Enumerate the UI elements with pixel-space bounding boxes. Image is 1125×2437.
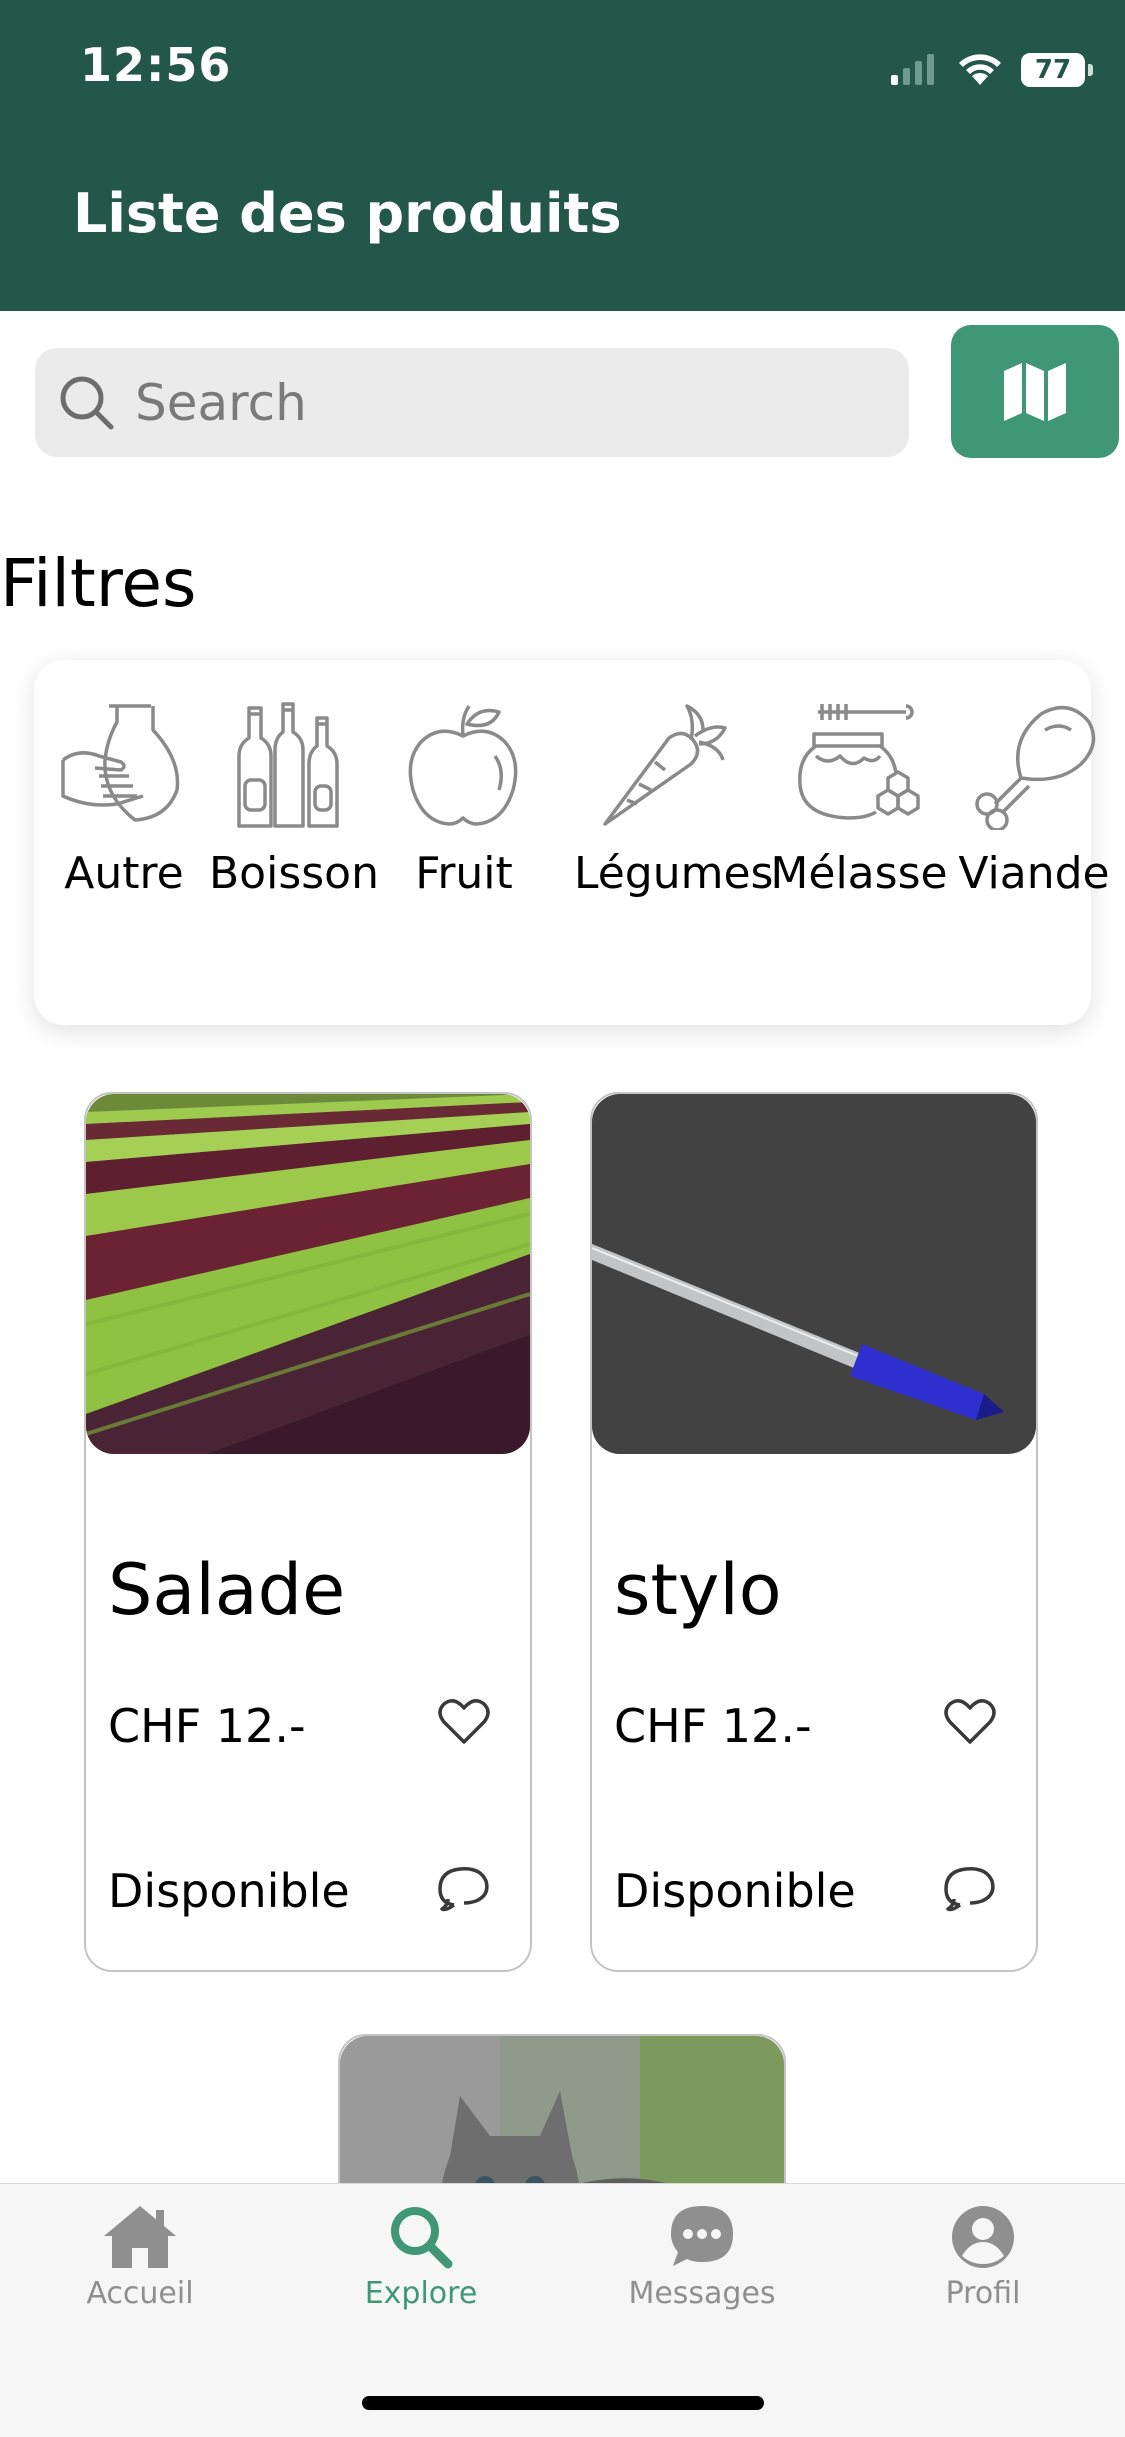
search-icon (391, 2207, 453, 2269)
user-icon (952, 2206, 1014, 2268)
tab-accueil[interactable]: Accueil (40, 2204, 240, 2311)
filter-label: Viande (958, 848, 1110, 899)
filter-item-viande[interactable]: Viande (944, 700, 1124, 899)
product-card-stylo[interactable]: stylo CHF 12.- Disponible (590, 1092, 1038, 1972)
product-price: CHF 12.- (108, 1699, 306, 1753)
product-name: stylo (614, 1549, 782, 1631)
search-input[interactable] (133, 372, 837, 433)
tab-explore[interactable]: Explore (321, 2204, 521, 2311)
chat-icon[interactable] (942, 1859, 998, 1915)
status-icons: 77 (889, 48, 1093, 92)
apple-icon (408, 705, 518, 826)
bottles-icon (237, 702, 339, 828)
heart-icon[interactable] (942, 1694, 998, 1750)
filter-label: Boisson (209, 848, 379, 899)
filter-item-fruit[interactable]: Fruit (374, 700, 554, 899)
signal-icon (891, 54, 934, 85)
product-card-salade[interactable]: Salade CHF 12.- Disponible (84, 1092, 532, 1972)
chat-icon[interactable] (436, 1859, 492, 1915)
heart-icon[interactable] (436, 1694, 492, 1750)
filter-label: Légumes (574, 848, 774, 899)
tab-label: Explore (364, 2276, 478, 2311)
status-time: 12:56 (80, 38, 232, 92)
search-bar[interactable] (35, 348, 909, 457)
tab-messages[interactable]: Messages (602, 2204, 802, 2311)
battery-indicator: 77 (1021, 53, 1093, 87)
filter-item-boisson[interactable]: Boisson (204, 700, 384, 899)
carrot-icon (603, 704, 727, 826)
app-header: 12:56 77 Liste des produits (0, 0, 1125, 311)
filter-item-autre[interactable]: Autre (34, 700, 214, 899)
wifi-icon (959, 54, 1001, 85)
tab-label: Profil (945, 2276, 1021, 2311)
product-status: Disponible (614, 1864, 856, 1918)
product-price: CHF 12.- (614, 1699, 812, 1753)
product-image (592, 1094, 1036, 1454)
blue-pen-photo (592, 1094, 1036, 1454)
page-title: Liste des produits (73, 182, 622, 245)
filter-item-legumes[interactable]: Légumes (574, 700, 774, 899)
product-status: Disponible (108, 1864, 350, 1918)
product-image (86, 1094, 530, 1454)
tab-label: Accueil (86, 2276, 194, 2311)
home-icon (104, 2206, 176, 2268)
filter-item-melasse[interactable]: Mélasse (769, 700, 949, 899)
tab-label: Messages (628, 2276, 776, 2311)
hand-jug-icon (61, 704, 180, 822)
filter-label: Fruit (415, 848, 513, 899)
map-icon (1004, 362, 1066, 421)
honey-jar-icon (798, 704, 920, 820)
product-name: Salade (108, 1549, 346, 1631)
home-indicator (362, 2396, 764, 2410)
chicken-leg-icon (975, 705, 1096, 830)
filters-title: Filtres (0, 545, 197, 622)
filter-label: Autre (64, 848, 184, 899)
filter-label: Mélasse (770, 848, 948, 899)
tab-profil[interactable]: Profil (883, 2204, 1083, 2311)
lettuce-field-photo (86, 1094, 530, 1454)
map-view-button[interactable] (951, 325, 1119, 458)
search-icon (60, 376, 114, 429)
filter-list: Autre Boisson Fruit Légumes Mélasse Vian… (34, 660, 1110, 1025)
chat-bubble-icon (671, 2206, 733, 2266)
